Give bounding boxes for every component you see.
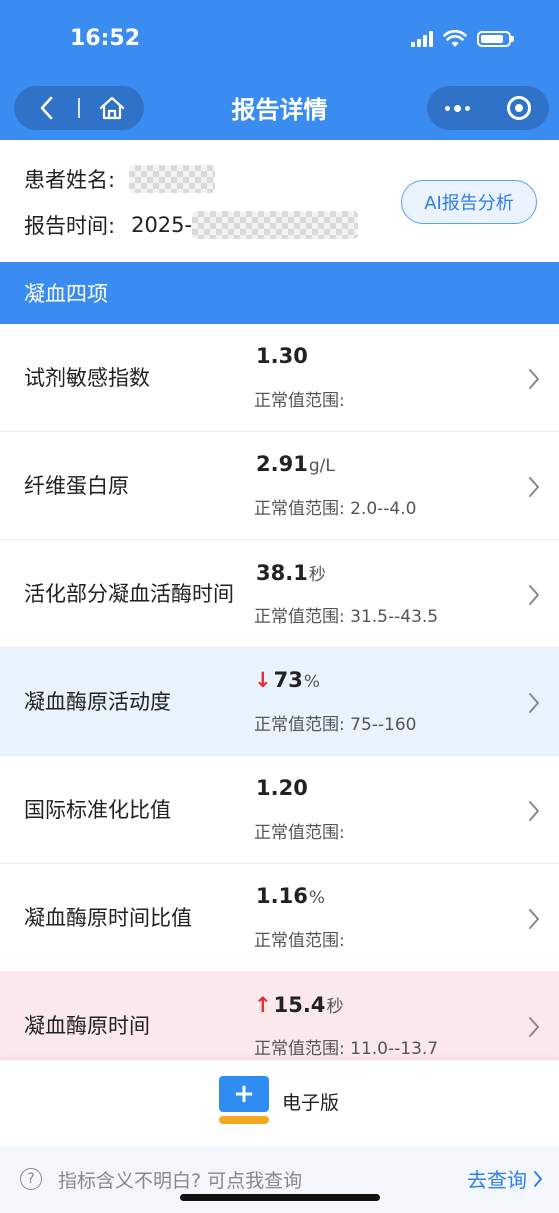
chevron-right-icon <box>529 477 539 497</box>
chevron-right-icon <box>529 369 539 389</box>
redacted-name <box>129 165 216 193</box>
item-name: 凝血酶原时间比值 <box>24 906 192 930</box>
plus-icon[interactable]: + <box>219 1076 269 1112</box>
item-value: 38.1 秒 <box>256 561 326 585</box>
patient-name-line: 患者姓名: <box>24 164 216 194</box>
chevron-right-icon <box>529 909 539 929</box>
result-list: 试剂敏感指数 1.30 正常值范围: 纤维蛋白原 2.91 g/L 正常值范围: … <box>0 324 559 1080</box>
report-time-line: 报告时间: 2025- <box>24 210 359 240</box>
more-button[interactable] <box>445 104 471 112</box>
patient-name-label: 患者姓名: <box>24 168 116 192</box>
chevron-right-icon <box>529 1017 539 1037</box>
status-time: 16:52 <box>70 26 141 51</box>
item-range: 正常值范围: 2.0--4.0 <box>254 499 417 519</box>
home-indicator <box>180 1194 380 1201</box>
go-query-button[interactable]: 去查询 <box>467 1164 543 1193</box>
patient-info: 患者姓名: 报告时间: 2025- AI报告分析 <box>0 140 559 262</box>
result-row[interactable]: 凝血酶原时间比值 1.16% 正常值范围: <box>0 864 559 972</box>
item-range: 正常值范围: 11.0--13.7 <box>254 1039 439 1059</box>
item-value: ↑ 15.4 秒 <box>254 993 344 1017</box>
top-bar: 16:52 报告详情 <box>0 0 559 140</box>
item-name: 试剂敏感指数 <box>24 366 150 390</box>
electronic-version-label[interactable]: 电子版 <box>282 1088 339 1115</box>
section-header: 凝血四项 <box>0 262 559 324</box>
cellular-signal-icon <box>411 31 433 47</box>
result-row[interactable]: 纤维蛋白原 2.91 g/L 正常值范围: 2.0--4.0 <box>0 432 559 540</box>
item-range: 正常值范围: <box>254 931 345 951</box>
report-time-value: 2025- <box>131 213 193 237</box>
chevron-right-icon <box>534 1170 542 1187</box>
result-row[interactable]: 试剂敏感指数 1.30 正常值范围: <box>0 324 559 432</box>
item-value: 1.20 <box>256 776 308 800</box>
item-range: 正常值范围: 31.5--43.5 <box>254 607 439 627</box>
ai-analysis-button[interactable]: AI报告分析 <box>401 180 537 224</box>
go-query-label: 去查询 <box>467 1168 527 1192</box>
item-range: 正常值范围: <box>254 391 345 411</box>
item-range: 正常值范围: <box>254 823 345 843</box>
result-row[interactable]: 活化部分凝血活酶时间 38.1 秒 正常值范围: 31.5--43.5 <box>0 540 559 648</box>
result-row[interactable]: 凝血酶原活动度 ↓ 73% 正常值范围: 75--160 <box>0 648 559 756</box>
result-row[interactable]: 国际标准化比值 1.20 正常值范围: <box>0 756 559 864</box>
report-time-label: 报告时间: <box>24 214 116 238</box>
item-value: 1.16% <box>256 884 325 908</box>
chevron-right-icon <box>529 585 539 605</box>
up-arrow-icon: ↑ <box>254 993 272 1017</box>
battery-icon <box>477 31 514 47</box>
item-name: 国际标准化比值 <box>24 798 171 822</box>
chevron-right-icon <box>529 693 539 713</box>
electronic-version-bar: + 电子版 <box>0 1060 559 1146</box>
item-name: 凝血酶原活动度 <box>24 690 171 714</box>
question-icon: ? <box>20 1168 42 1190</box>
item-value: 1.30 <box>256 344 308 368</box>
redacted-time <box>192 211 359 239</box>
item-value: 2.91 g/L <box>256 452 335 476</box>
nav-right-pill <box>427 86 549 130</box>
tab-indicator <box>219 1116 269 1124</box>
item-name: 活化部分凝血活酶时间 <box>24 582 234 606</box>
help-bar[interactable]: ? 指标含义不明白? 可点我查询 去查询 <box>0 1146 559 1213</box>
item-name: 纤维蛋白原 <box>24 474 129 498</box>
status-icons <box>411 30 514 48</box>
down-arrow-icon: ↓ <box>254 668 272 692</box>
item-range: 正常值范围: 75--160 <box>254 715 417 735</box>
wifi-icon <box>443 30 467 47</box>
close-miniapp-button[interactable] <box>506 96 531 120</box>
chevron-right-icon <box>529 801 539 821</box>
help-text: 指标含义不明白? 可点我查询 <box>58 1170 303 1192</box>
item-value: ↓ 73% <box>254 668 320 692</box>
